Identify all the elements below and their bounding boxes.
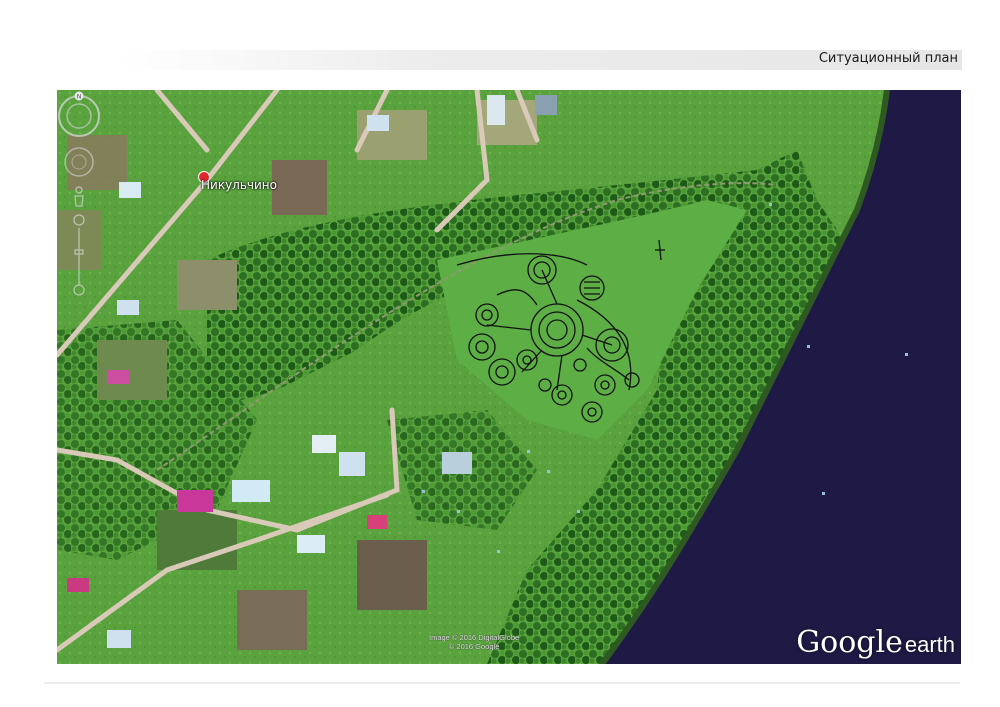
compass-ring-icon[interactable]: N — [58, 91, 100, 137]
page-title: Ситуационный план — [818, 51, 958, 66]
tilt-ring-icon[interactable] — [64, 147, 94, 177]
footer-divider — [44, 682, 960, 684]
map-imagery — [57, 90, 961, 664]
satellite-map[interactable]: Никульчино Image © 2016 DigitalGlobe © 2… — [57, 90, 961, 664]
imagery-credit-line-2: © 2016 Google — [448, 642, 500, 651]
pegman-icon[interactable] — [74, 186, 84, 207]
place-label[interactable]: Никульчино — [201, 178, 277, 192]
earth-wordmark: earth — [904, 632, 955, 657]
google-wordmark: Google — [796, 625, 903, 660]
compass-north-letter: N — [77, 95, 81, 101]
imagery-credit-line-1: Image © 2016 DigitalGlobe — [429, 633, 520, 642]
google-earth-logo: Googleearth — [796, 625, 955, 660]
zoom-slider-icon[interactable] — [73, 214, 85, 296]
imagery-credit: Image © 2016 DigitalGlobe © 2016 Google — [429, 633, 519, 651]
navigation-controls[interactable]: N — [57, 90, 101, 300]
